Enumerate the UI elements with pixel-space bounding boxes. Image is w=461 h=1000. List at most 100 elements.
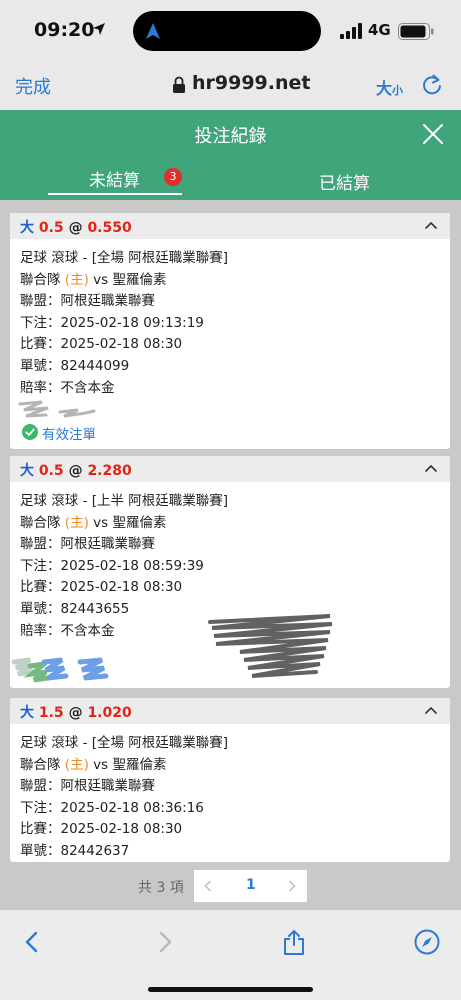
pagination: 共 3 項 1 <box>0 870 461 904</box>
home-team: 聯合隊 <box>20 514 61 531</box>
count-badge: 3 <box>164 168 182 186</box>
bet-event: 足球 滾球 - [上半 阿根廷職業聯賽] <box>20 493 229 509</box>
bet-odds: 0.550 <box>87 220 132 236</box>
away-team: 聖羅倫素 <box>112 514 167 531</box>
text-size-small-label: 小 <box>392 84 404 97</box>
network-type: 4G <box>368 21 391 39</box>
bet-league: 聯盟：阿根廷職業聯賽 <box>20 536 155 553</box>
bet-teams: 聯合隊 (主) vs 聖羅倫素 <box>20 513 440 535</box>
bet-handicap: 0.5 <box>38 220 64 236</box>
active-tab-indicator <box>48 193 182 195</box>
bet-ticket-number: 單號：82442637 <box>20 842 130 859</box>
bet-card: 大 0.5 @ 2.280 足球 滾球 - [上半 阿根廷職業聯賽] 聯合隊 (… <box>10 456 450 688</box>
home-indicator <box>148 987 313 992</box>
page-title: 投注紀錄 <box>194 126 267 147</box>
tab-settled[interactable]: 已結算 <box>300 158 400 200</box>
page-header: 投注紀錄 <box>0 110 461 158</box>
home-tag: (主) <box>64 514 89 531</box>
bet-pick: 大 <box>20 220 34 236</box>
bet-league: 聯盟：阿根廷職業聯賽 <box>20 293 155 310</box>
back-arrow-icon[interactable] <box>18 928 46 956</box>
bet-card-body: 足球 滾球 - [全場 阿根廷職業聯賽] 聯合隊 (主) vs 聖羅倫素 聯盟：… <box>10 239 450 399</box>
bet-teams: 聯合隊 (主) vs 聖羅倫素 <box>20 755 440 777</box>
chevron-up-icon[interactable] <box>425 706 437 714</box>
bet-card: 大 0.5 @ 0.550 足球 滾球 - [全場 阿根廷職業聯賽] 聯合隊 (… <box>10 213 450 449</box>
status-time: 09:20 <box>34 19 95 41</box>
bet-card-header[interactable]: 大 1.5 @ 1.020 <box>10 698 450 724</box>
forward-arrow-icon[interactable] <box>151 928 179 956</box>
text-size-button[interactable]: 大小 <box>376 75 403 99</box>
redaction-scribble <box>18 400 96 418</box>
total-count: 共 3 項 <box>138 880 184 896</box>
signal-strength-icon <box>340 23 362 39</box>
navigation-arrow-icon <box>146 23 160 39</box>
bet-handicap: 0.5 <box>38 463 64 479</box>
bet-selection: 大 0.5 @ 0.550 <box>20 217 132 237</box>
home-tag: (主) <box>64 271 89 288</box>
dynamic-island <box>133 11 321 51</box>
redaction-scribble <box>11 657 109 683</box>
chevron-up-icon[interactable] <box>425 464 437 472</box>
browser-address-bar: 完成 hr9999.net 大小 <box>0 62 461 110</box>
bet-handicap: 1.5 <box>38 705 64 721</box>
bet-at-sign: @ <box>68 705 83 721</box>
url-text[interactable]: hr9999.net <box>192 72 311 94</box>
bet-record-list[interactable]: 大 0.5 @ 0.550 足球 滾球 - [全場 阿根廷職業聯賽] 聯合隊 (… <box>0 200 461 910</box>
tab-unsettled-label: 未結算 <box>89 171 140 191</box>
bet-status: 有效注單 <box>22 422 142 443</box>
vs-label: vs <box>93 756 109 773</box>
tab-unsettled[interactable]: 未結算 3 <box>48 158 184 200</box>
bet-event: 足球 滾球 - [全場 阿根廷職業聯賽] <box>20 250 229 266</box>
tab-settled-label: 已結算 <box>319 174 370 194</box>
bet-event: 足球 滾球 - [全場 阿根廷職業聯賽] <box>20 735 229 751</box>
browser-toolbar <box>0 910 461 1000</box>
bet-card: 大 1.5 @ 1.020 足球 滾球 - [全場 阿根廷職業聯賽] 聯合隊 (… <box>10 698 450 862</box>
bet-selection: 大 0.5 @ 2.280 <box>20 460 132 480</box>
done-button[interactable]: 完成 <box>15 73 51 99</box>
chevron-left-icon[interactable] <box>204 880 212 892</box>
away-team: 聖羅倫素 <box>112 756 167 773</box>
home-team: 聯合隊 <box>20 756 61 773</box>
away-team: 聖羅倫素 <box>112 271 167 288</box>
location-arrow-icon <box>93 23 105 35</box>
bet-odds: 2.280 <box>87 463 132 479</box>
bet-status-label: 有效注單 <box>42 427 96 443</box>
bet-pick: 大 <box>20 705 34 721</box>
bet-at-sign: @ <box>68 463 83 479</box>
home-team: 聯合隊 <box>20 271 61 288</box>
bet-league: 聯盟：阿根廷職業聯賽 <box>20 778 155 795</box>
pager: 1 <box>194 870 307 902</box>
vs-label: vs <box>93 271 109 288</box>
bet-selection: 大 1.5 @ 1.020 <box>20 702 132 722</box>
share-icon[interactable] <box>280 928 308 956</box>
redaction-scribble <box>208 614 333 678</box>
bet-card-body: 足球 滾球 - [全場 阿根廷職業聯賽] 聯合隊 (主) vs 聖羅倫素 聯盟：… <box>10 724 450 863</box>
bet-card-header[interactable]: 大 0.5 @ 2.280 <box>10 456 450 482</box>
bet-at-sign: @ <box>68 220 83 236</box>
home-tag: (主) <box>64 756 89 773</box>
tab-bar: 未結算 3 已結算 <box>0 158 461 200</box>
chevron-right-icon[interactable] <box>288 880 296 892</box>
page-number[interactable]: 1 <box>246 877 256 893</box>
vs-label: vs <box>93 514 109 531</box>
battery-icon <box>398 23 434 40</box>
bet-match-time: 比賽：2025-02-18 08:30 <box>20 336 183 353</box>
status-bar: 09:20 4G <box>0 0 461 62</box>
text-size-big-label: 大 <box>376 79 393 98</box>
compass-icon[interactable] <box>413 928 441 956</box>
bet-placed-time: 下注：2025-02-18 08:36:16 <box>20 799 204 816</box>
bet-card-header[interactable]: 大 0.5 @ 0.550 <box>10 213 450 239</box>
bet-placed-time: 下注：2025-02-18 08:59:39 <box>20 557 204 574</box>
bet-odds: 1.020 <box>87 705 132 721</box>
bet-teams: 聯合隊 (主) vs 聖羅倫素 <box>20 270 440 292</box>
lock-icon <box>173 76 185 93</box>
bet-ticket-number: 單號：82444099 <box>20 357 130 374</box>
chevron-up-icon[interactable] <box>425 221 437 229</box>
bet-match-time: 比賽：2025-02-18 08:30 <box>20 579 183 596</box>
bet-pick: 大 <box>20 463 34 479</box>
reload-icon[interactable] <box>421 73 443 97</box>
bet-placed-time: 下注：2025-02-18 09:13:19 <box>20 314 204 331</box>
close-icon[interactable] <box>422 123 444 145</box>
bet-match-time: 比賽：2025-02-18 08:30 <box>20 821 183 838</box>
check-circle-icon <box>22 424 38 440</box>
